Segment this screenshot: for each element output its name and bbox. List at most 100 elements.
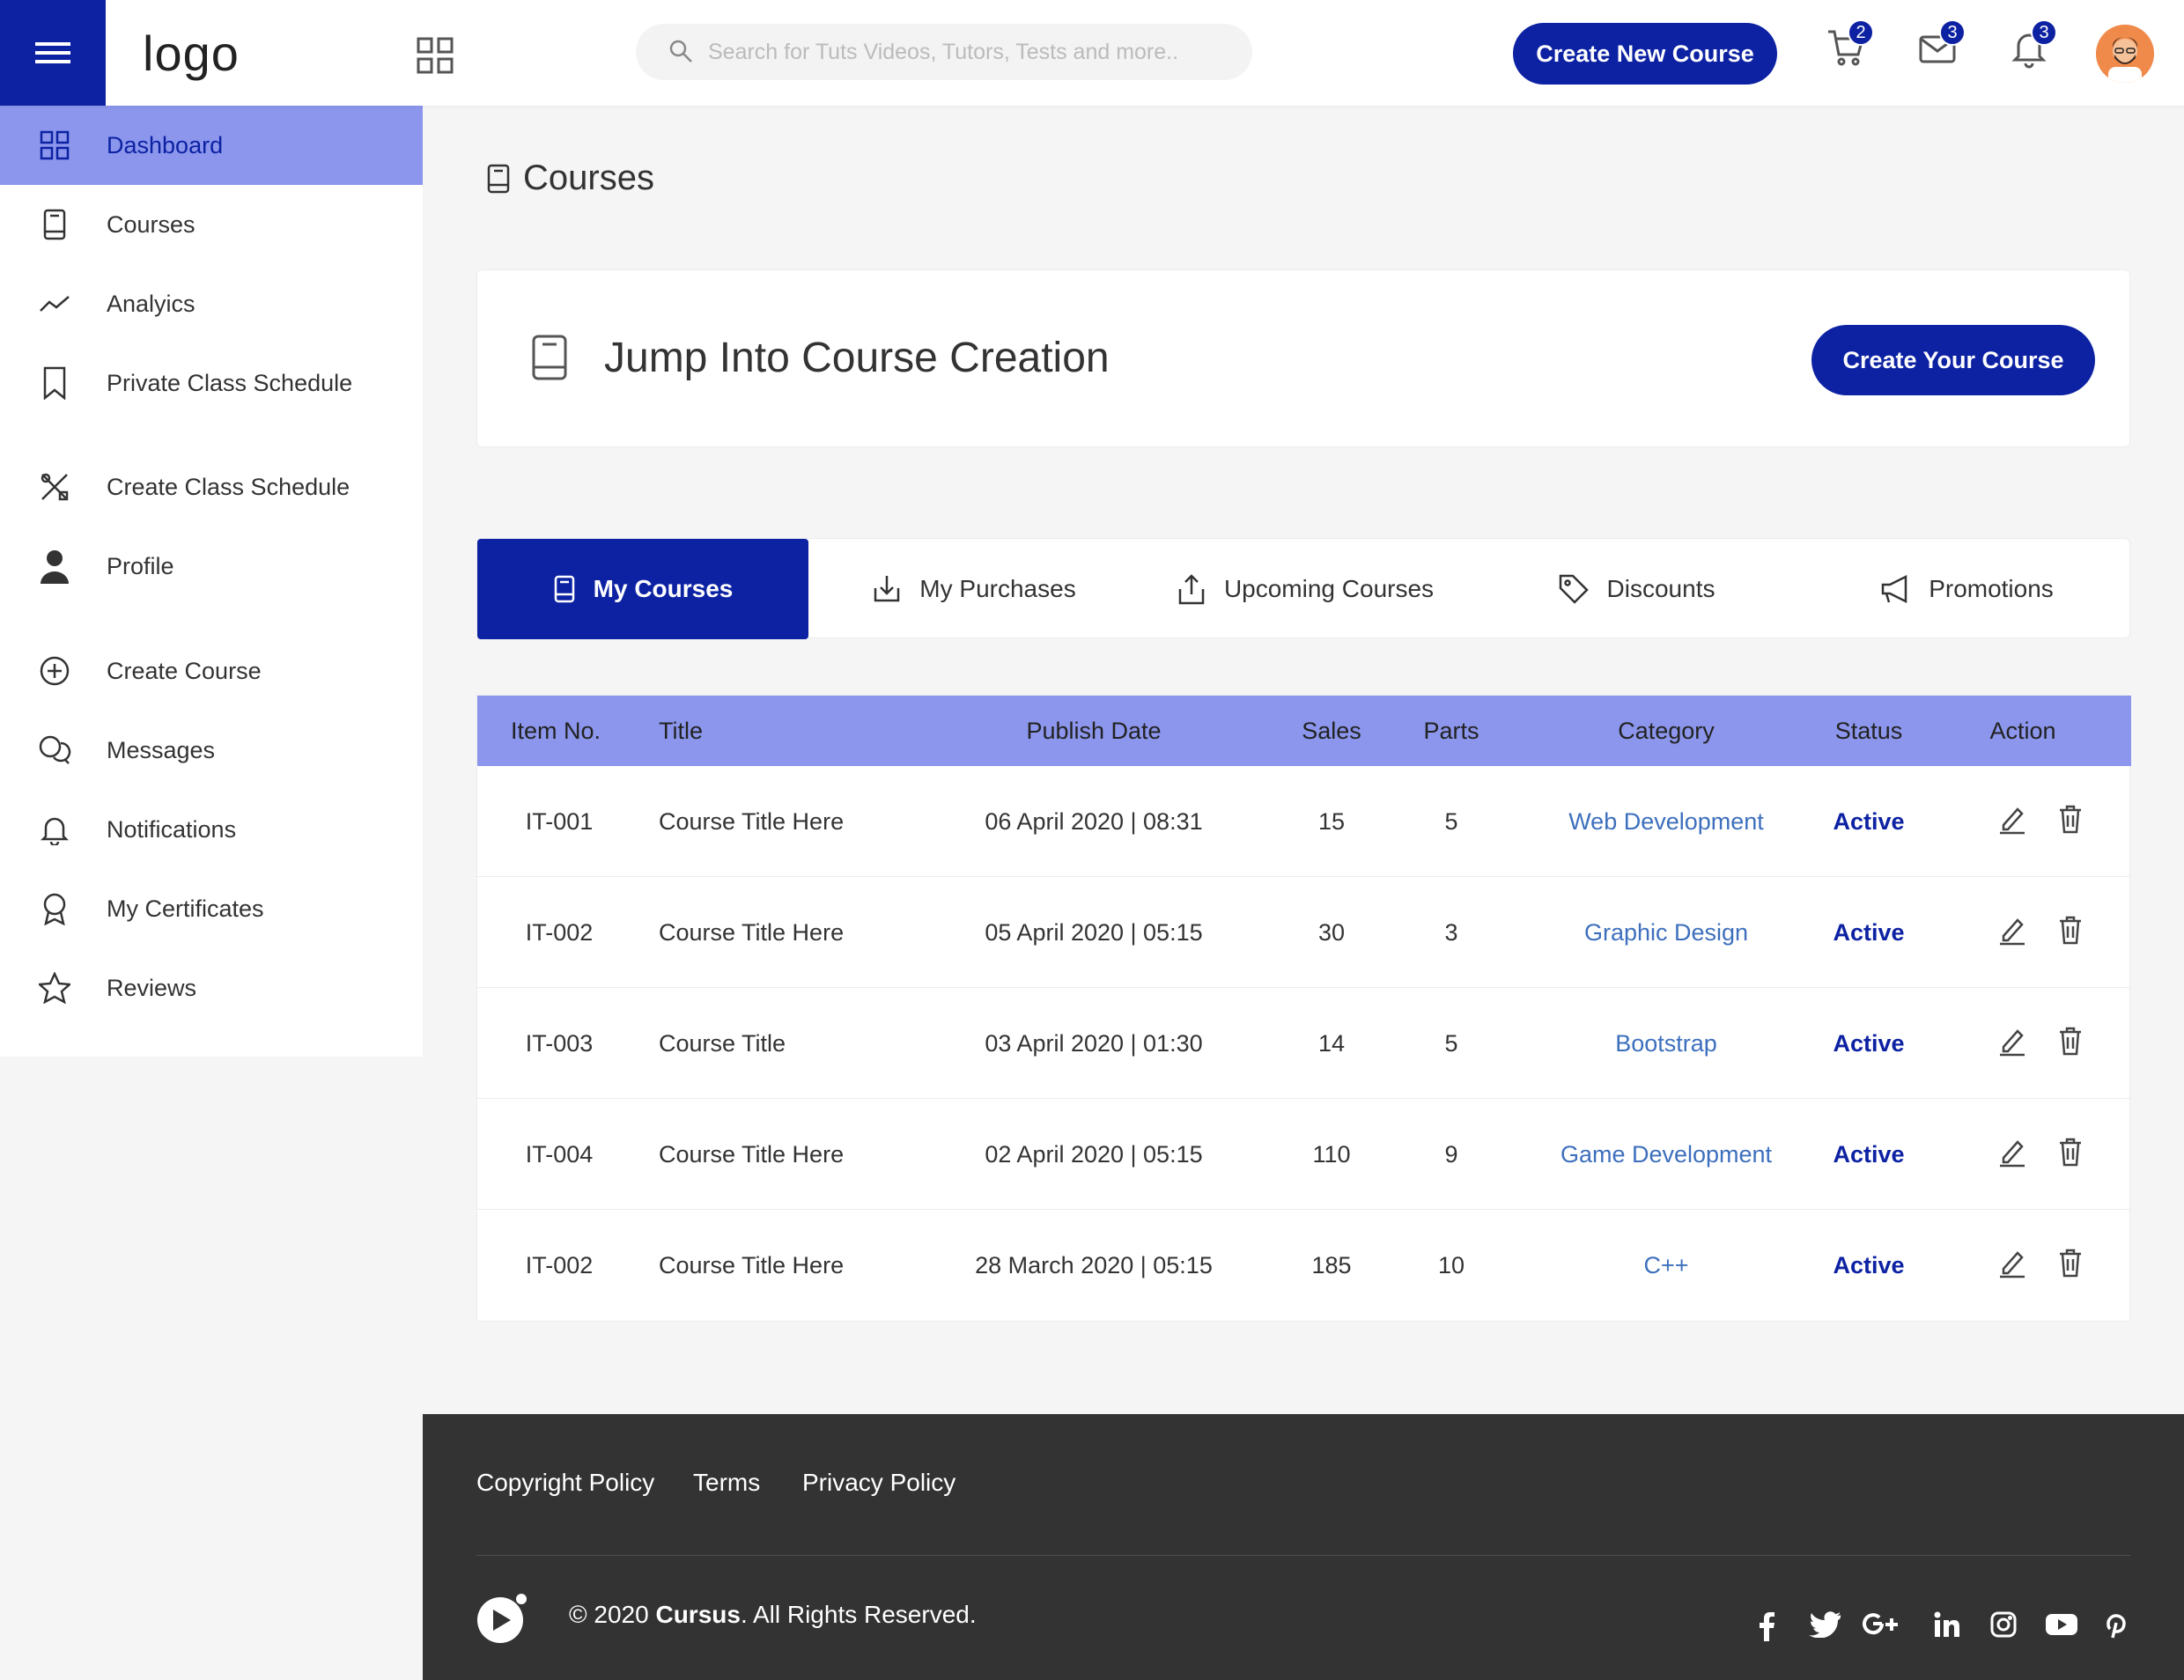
edit-icon[interactable] [1998, 1248, 2026, 1279]
notification-badge: 3 [2031, 19, 2057, 46]
title-cell: Course Title Here [659, 918, 845, 946]
trash-icon[interactable] [2058, 1137, 2083, 1167]
copyright-prefix: © 2020 [569, 1601, 656, 1628]
pinterest-icon[interactable] [2105, 1611, 2128, 1639]
trash-icon[interactable] [2058, 1026, 2083, 1056]
sidebar-item-profile[interactable]: Profile [0, 527, 423, 606]
item-no-cell: IT-004 [525, 1140, 594, 1168]
search-input[interactable] [708, 24, 1236, 80]
menu-toggle-button[interactable] [0, 0, 106, 106]
copyright-suffix: . All Rights Reserved. [740, 1601, 977, 1628]
book-icon [530, 334, 569, 381]
create-new-course-button[interactable]: Create New Course [1513, 23, 1777, 85]
mail-button[interactable]: 3 [1918, 19, 1966, 69]
col-parts: Parts [1423, 717, 1479, 744]
sidebar-item-analytics[interactable]: Analyics [0, 264, 423, 343]
search-bar [636, 24, 1252, 80]
courses-table: Item No. Title Publish Date Sales Parts … [476, 695, 2131, 1322]
edit-icon[interactable] [1998, 915, 2026, 947]
tools-icon [37, 469, 72, 505]
footer-divider [476, 1555, 2130, 1556]
tab-discounts[interactable]: Discounts [1471, 539, 1802, 639]
avatar[interactable] [2096, 25, 2154, 83]
footer-link-copyright-policy[interactable]: Copyright Policy [476, 1469, 654, 1497]
edit-icon[interactable] [1998, 1137, 2026, 1168]
sidebar-item-my-certificates[interactable]: My Certificates [0, 869, 423, 948]
star-icon [37, 970, 72, 1006]
publish-date-cell: 02 April 2020 | 05:15 [985, 1140, 1203, 1168]
sidebar-item-messages[interactable]: Messages [0, 711, 423, 790]
youtube-icon[interactable] [2045, 1611, 2078, 1638]
menu-icon [35, 42, 70, 63]
award-icon [37, 891, 72, 926]
sidebar-item-label: Create Class Schedule [107, 473, 350, 500]
title-cell: Course Title [659, 1029, 786, 1057]
tab-label: Promotions [1929, 575, 2054, 602]
tab-label: My Purchases [919, 575, 1076, 602]
tab-upcoming-courses[interactable]: Upcoming Courses [1140, 539, 1471, 639]
apps-icon[interactable] [417, 37, 454, 74]
footer-link-privacy-policy[interactable]: Privacy Policy [802, 1469, 956, 1497]
create-your-course-button[interactable]: Create Your Course [1811, 325, 2095, 395]
logo[interactable]: logo [143, 25, 240, 82]
footer-link-terms[interactable]: Terms [693, 1469, 760, 1497]
tab-my-courses[interactable]: My Courses [477, 539, 808, 639]
trash-icon[interactable] [2058, 804, 2083, 834]
course-creation-card: Jump Into Course Creation Create Your Co… [476, 269, 2130, 447]
instagram-icon[interactable] [1990, 1611, 2017, 1638]
sidebar-item-notifications[interactable]: Notifications [0, 790, 423, 869]
sidebar-item-reviews[interactable]: Reviews [0, 948, 423, 1028]
category-link[interactable]: Game Development [1543, 1099, 1789, 1210]
google-plus-icon[interactable] [1863, 1611, 1900, 1638]
twitter-icon[interactable] [1809, 1611, 1841, 1638]
publish-date-cell: 05 April 2020 | 05:15 [985, 918, 1203, 946]
category-link[interactable]: Web Development [1543, 766, 1789, 877]
cart-button[interactable]: 2 [1826, 19, 1874, 69]
facebook-icon[interactable] [1758, 1611, 1775, 1641]
category-link[interactable]: Bootstrap [1543, 988, 1789, 1099]
download-icon [874, 576, 900, 602]
sidebar-item-label: Dashboard [107, 131, 224, 158]
table-row: IT-002 Course Title Here 28 March 2020 |… [477, 1210, 2131, 1321]
table-header: Item No. Title Publish Date Sales Parts … [477, 696, 2131, 766]
sales-cell: 14 [1317, 1029, 1346, 1057]
title-cell: Course Title Here [659, 1140, 845, 1168]
sidebar-item-create-course[interactable]: Create Course [0, 631, 423, 711]
parts-cell: 10 [1437, 1251, 1465, 1278]
sidebar-item-courses[interactable]: Courses [0, 185, 423, 264]
table-row: IT-003 Course Title 03 April 2020 | 01:3… [477, 988, 2131, 1099]
tab-my-purchases[interactable]: My Purchases [808, 539, 1140, 639]
title-cell: Course Title Here [659, 807, 845, 835]
category-link[interactable]: C++ [1543, 1210, 1789, 1321]
status-badge: Active [1833, 1251, 1905, 1278]
top-header: logo Create New Course 2 3 3 [0, 0, 2184, 106]
col-title: Title [659, 717, 704, 744]
col-publish-date: Publish Date [1026, 717, 1162, 744]
brand-logo-icon[interactable] [474, 1590, 530, 1647]
publish-date-cell: 03 April 2020 | 01:30 [985, 1029, 1203, 1057]
item-no-cell: IT-003 [525, 1029, 594, 1057]
brand-name: Cursus [655, 1601, 741, 1628]
sidebar-item-label: Notifications [107, 815, 237, 843]
item-no-cell: IT-002 [525, 918, 594, 946]
edit-icon[interactable] [1998, 804, 2026, 836]
user-icon [37, 549, 72, 584]
edit-icon[interactable] [1998, 1026, 2026, 1057]
linkedin-icon[interactable] [1934, 1611, 1960, 1638]
sidebar-item-label: Analyics [107, 290, 196, 317]
sidebar: Dashboard Courses Analyics Private Class… [0, 106, 423, 1057]
sidebar-item-create-class-schedule[interactable]: Create Class Schedule [0, 447, 423, 527]
sidebar-item-private-class-schedule[interactable]: Private Class Schedule [0, 343, 423, 423]
tab-promotions[interactable]: Promotions [1802, 539, 2131, 639]
tab-label: Upcoming Courses [1223, 575, 1435, 602]
status-badge: Active [1833, 918, 1905, 946]
analytics-icon [37, 286, 72, 321]
status-badge: Active [1833, 1029, 1905, 1057]
notifications-button[interactable]: 3 [2010, 19, 2057, 69]
trash-icon[interactable] [2058, 1248, 2083, 1278]
item-no-cell: IT-001 [525, 807, 594, 835]
category-link[interactable]: Graphic Design [1543, 877, 1789, 988]
sidebar-item-dashboard[interactable]: Dashboard [0, 106, 423, 185]
mail-badge: 3 [1939, 19, 1966, 46]
trash-icon[interactable] [2058, 915, 2083, 945]
